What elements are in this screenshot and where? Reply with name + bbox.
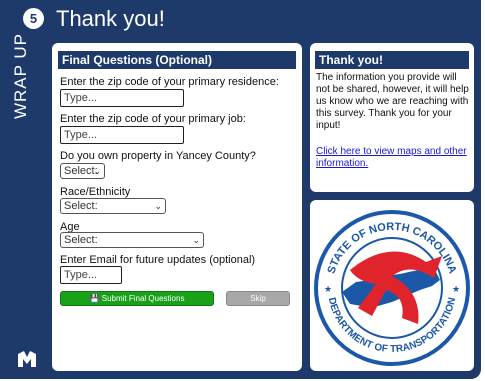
race-label: Race/Ethnicity [60, 186, 131, 198]
thank-you-card: Thank you! The information you provide w… [310, 43, 474, 192]
age-select[interactable]: Select: ⌄ [60, 232, 204, 248]
maps-info-link[interactable]: Click here to view maps and other inform… [316, 146, 470, 170]
email-input[interactable] [60, 266, 122, 284]
zip-residence-input[interactable] [60, 89, 184, 107]
step-sidebar: 5 WRAP UP [0, 0, 46, 379]
submit-final-questions-button[interactable]: 💾 Submit Final Questions [60, 291, 214, 306]
property-label: Do you own property in Yancey County? [60, 150, 256, 162]
race-select[interactable]: Select: ⌄ [60, 198, 166, 214]
brand-logo-icon [18, 351, 36, 367]
skip-button[interactable]: Skip [226, 291, 290, 306]
chevron-down-icon: ⌄ [154, 201, 162, 211]
page-title: Thank you! [56, 6, 165, 31]
ncdot-seal-logo: STATE OF NORTH CAROLINA DEPARTMENT OF TR… [314, 210, 470, 366]
zip-job-input[interactable] [60, 126, 184, 144]
step-label-text: WRAP UP [11, 32, 30, 120]
ncdot-seal-card: STATE OF NORTH CAROLINA DEPARTMENT OF TR… [310, 200, 474, 371]
property-select[interactable]: Select: ⌄ [60, 163, 105, 179]
zip-job-label: Enter the zip code of your primary job: [60, 113, 246, 125]
submit-button-label: Submit Final Questions [101, 294, 185, 303]
chevron-down-icon: ⌄ [192, 235, 200, 245]
thank-you-heading: Thank you! [315, 51, 469, 69]
step-label: WRAP UP [6, 32, 36, 120]
star-icon: ★ [324, 284, 332, 294]
save-icon: 💾 [89, 294, 100, 303]
age-select-value: Select: [64, 234, 98, 246]
email-label: Enter Email for future updates (optional… [60, 254, 256, 266]
step-number: 5 [23, 8, 44, 29]
survey-frame: 5 WRAP UP Thank you! Final Questions (Op… [0, 0, 481, 379]
chevron-down-icon: ⌄ [93, 166, 101, 176]
star-icon: ★ [452, 284, 460, 294]
zip-residence-label: Enter the zip code of your primary resid… [60, 76, 279, 88]
thank-you-body: The information you provide will not be … [316, 72, 469, 131]
final-questions-heading: Final Questions (Optional) [58, 51, 296, 69]
race-select-value: Select: [64, 200, 98, 212]
final-questions-card: Final Questions (Optional) Enter the zip… [52, 43, 302, 371]
